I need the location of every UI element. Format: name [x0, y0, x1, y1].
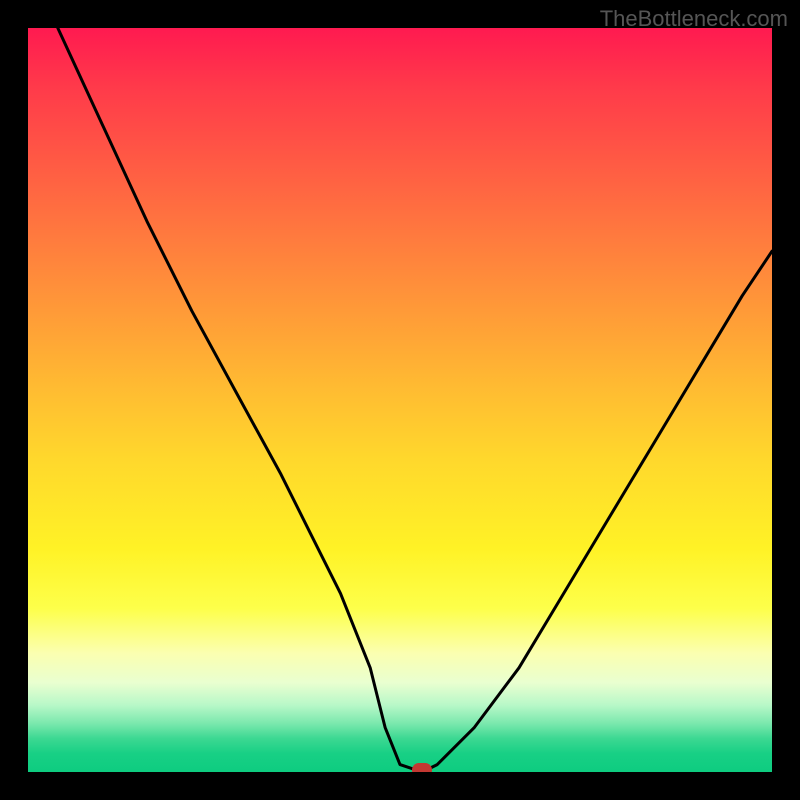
optimal-point-marker	[412, 763, 432, 772]
curve-layer	[28, 28, 772, 772]
attribution-label: TheBottleneck.com	[600, 6, 788, 32]
bottleneck-curve	[58, 28, 772, 772]
chart-frame: TheBottleneck.com	[0, 0, 800, 800]
plot-area	[28, 28, 772, 772]
